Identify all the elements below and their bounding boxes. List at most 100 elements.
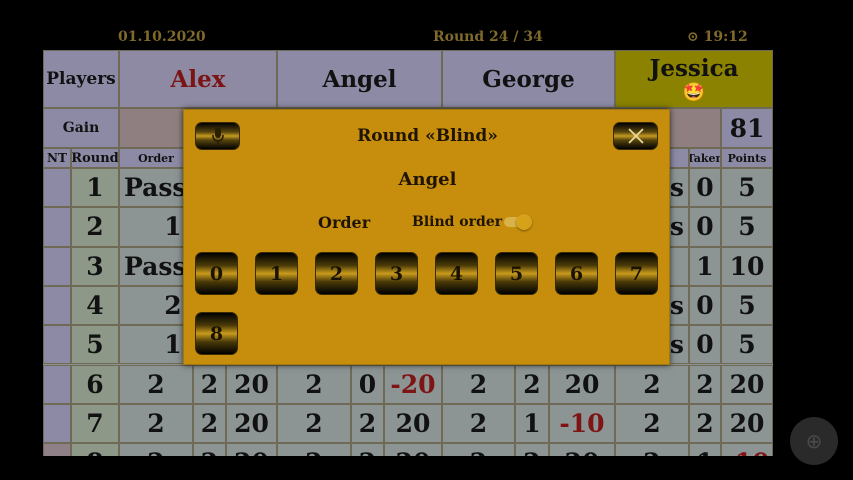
- score-cell: 2: [442, 364, 515, 404]
- score-cell: 2: [689, 364, 721, 404]
- add-circle-icon: ⊕: [805, 429, 823, 453]
- score-cell: 20: [384, 443, 442, 456]
- score-cell: 20: [226, 364, 277, 404]
- order-number-button-0[interactable]: 0: [195, 252, 238, 295]
- order-number-button-3[interactable]: 3: [375, 252, 418, 295]
- col-taken: Taken: [689, 148, 721, 168]
- gain-label: Gain: [43, 108, 119, 148]
- star-struck-emoji-icon: 🤩: [682, 82, 706, 103]
- score-cell: 2: [193, 364, 226, 404]
- round-number: 5: [71, 325, 119, 365]
- col-points: Points: [721, 148, 773, 168]
- round-number: 7: [71, 403, 119, 444]
- round-number: 4: [71, 285, 119, 326]
- score-cell: 20: [549, 443, 615, 456]
- close-icon: [627, 128, 644, 144]
- player-name: Jessica: [649, 55, 739, 82]
- status-bar: 01.10.2020 Round 24 / 34 ⊙ 19:12: [0, 0, 853, 50]
- clock-label: ⊙ 19:12: [687, 29, 748, 45]
- order-number-button-5[interactable]: 5: [495, 252, 538, 295]
- score-cell: 2: [119, 403, 193, 444]
- gain-total-jessica: 81: [721, 108, 773, 148]
- players-label: Players: [43, 50, 119, 108]
- score-cell: 20: [226, 443, 277, 456]
- order-label: Order: [318, 213, 371, 232]
- score-cell: 2: [615, 403, 689, 444]
- score-cell: 2: [119, 364, 193, 404]
- score-cell: 20: [721, 403, 773, 444]
- nt-cell: [43, 207, 71, 247]
- nt-cell: [43, 403, 71, 444]
- points-cell: 5: [721, 207, 773, 247]
- col-round: Round: [71, 148, 119, 168]
- score-cell: 0: [351, 364, 384, 404]
- points-cell: 10: [721, 246, 773, 286]
- round-number: 3: [71, 246, 119, 286]
- taken-cell: 0: [689, 325, 721, 365]
- round-number: 2: [71, 207, 119, 247]
- score-cell: 2: [515, 364, 549, 404]
- clock-icon: ⊙: [687, 29, 699, 45]
- player-header-george: George: [442, 50, 615, 108]
- nt-cell: [43, 168, 71, 208]
- score-cell: 1: [515, 403, 549, 444]
- score-cell: 2: [119, 443, 193, 456]
- score-cell: -20: [384, 364, 442, 404]
- dialog-title: Round «Blind»: [357, 126, 498, 146]
- score-cell: 2: [277, 364, 351, 404]
- player-header-alex: Alex: [119, 50, 277, 108]
- order-number-button-4[interactable]: 4: [435, 252, 478, 295]
- score-cell: -10: [721, 443, 773, 456]
- taken-cell: 0: [689, 207, 721, 247]
- score-cell: 2: [351, 443, 384, 456]
- nt-cell: [43, 325, 71, 365]
- score-cell: 20: [721, 364, 773, 404]
- taken-cell: 0: [689, 285, 721, 326]
- points-cell: 5: [721, 168, 773, 208]
- order-number-button-7[interactable]: 7: [615, 252, 658, 295]
- score-cell: 2: [193, 443, 226, 456]
- order-number-button-1[interactable]: 1: [255, 252, 298, 295]
- blind-order-toggle[interactable]: [502, 214, 534, 230]
- time-text: 19:12: [703, 29, 748, 45]
- score-cell: 2: [193, 403, 226, 444]
- score-cell: 1: [689, 443, 721, 456]
- nt-cell: [43, 246, 71, 286]
- toggle-knob: [516, 214, 532, 230]
- player-header-angel: Angel: [277, 50, 442, 108]
- score-cell: 2: [442, 443, 515, 456]
- date-label: 01.10.2020: [118, 29, 206, 45]
- order-number-button-6[interactable]: 6: [555, 252, 598, 295]
- round-number: 1: [71, 168, 119, 208]
- col-order: Order: [119, 148, 193, 168]
- score-cell: 2: [277, 403, 351, 444]
- points-cell: 5: [721, 285, 773, 326]
- order-dialog: Round «Blind» Angel Order Blind order 01…: [183, 109, 670, 365]
- round-number: 8: [71, 443, 119, 456]
- taken-cell: 1: [689, 246, 721, 286]
- score-cell: 20: [226, 403, 277, 444]
- score-cell: 20: [549, 364, 615, 404]
- dialog-player-name: Angel: [398, 169, 457, 190]
- score-cell: 2: [351, 403, 384, 444]
- add-button[interactable]: ⊕: [790, 417, 838, 465]
- taken-cell: 0: [689, 168, 721, 208]
- score-cell: 2: [277, 443, 351, 456]
- round-counter: Round 24 / 34: [433, 29, 543, 45]
- blind-order-label: Blind order: [412, 214, 503, 230]
- score-cell: 2: [515, 443, 549, 456]
- col-nt: NT: [43, 148, 71, 168]
- close-button[interactable]: [613, 122, 658, 150]
- nt-cell: [43, 443, 71, 456]
- player-header-jessica: Jessica 🤩: [615, 50, 773, 108]
- score-cell: 2: [615, 364, 689, 404]
- nt-cell: [43, 364, 71, 404]
- points-cell: 5: [721, 325, 773, 365]
- round-number: 6: [71, 364, 119, 404]
- order-number-button-8[interactable]: 8: [195, 312, 238, 355]
- order-number-button-2[interactable]: 2: [315, 252, 358, 295]
- score-cell: 2: [615, 443, 689, 456]
- score-cell: 2: [442, 403, 515, 444]
- score-cell: 2: [689, 403, 721, 444]
- score-cell: -10: [549, 403, 615, 444]
